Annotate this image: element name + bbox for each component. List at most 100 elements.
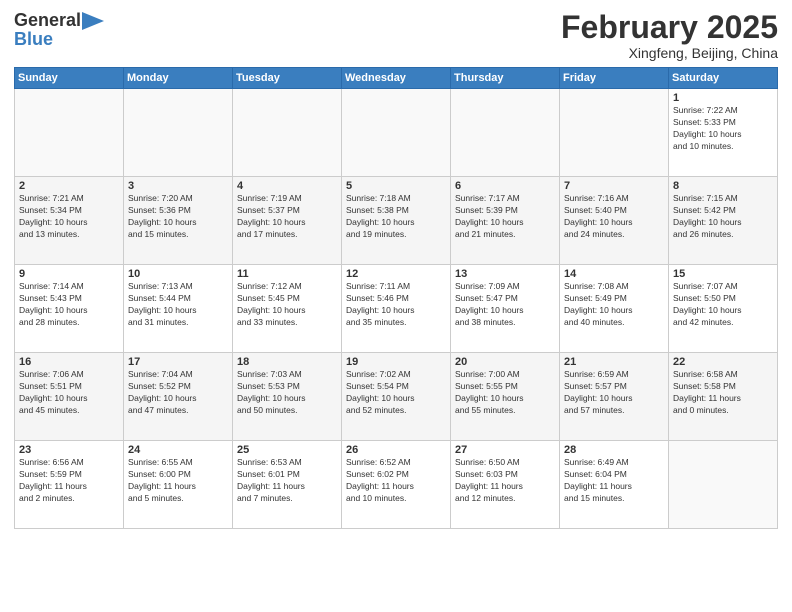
day-info: Sunrise: 7:16 AM Sunset: 5:40 PM Dayligh… bbox=[564, 193, 664, 241]
day-info: Sunrise: 7:02 AM Sunset: 5:54 PM Dayligh… bbox=[346, 369, 446, 417]
calendar-cell: 21Sunrise: 6:59 AM Sunset: 5:57 PM Dayli… bbox=[560, 353, 669, 441]
calendar-cell bbox=[342, 89, 451, 177]
day-info: Sunrise: 7:18 AM Sunset: 5:38 PM Dayligh… bbox=[346, 193, 446, 241]
day-info: Sunrise: 7:15 AM Sunset: 5:42 PM Dayligh… bbox=[673, 193, 773, 241]
calendar-cell: 25Sunrise: 6:53 AM Sunset: 6:01 PM Dayli… bbox=[233, 441, 342, 529]
calendar-cell: 17Sunrise: 7:04 AM Sunset: 5:52 PM Dayli… bbox=[124, 353, 233, 441]
day-number: 16 bbox=[19, 356, 119, 368]
day-number: 10 bbox=[128, 268, 228, 280]
calendar-cell: 18Sunrise: 7:03 AM Sunset: 5:53 PM Dayli… bbox=[233, 353, 342, 441]
calendar-cell bbox=[451, 89, 560, 177]
calendar-cell: 27Sunrise: 6:50 AM Sunset: 6:03 PM Dayli… bbox=[451, 441, 560, 529]
logo: General Blue bbox=[14, 10, 104, 50]
page: General Blue February 2025 Xingfeng, Bei… bbox=[0, 0, 792, 612]
calendar-cell: 20Sunrise: 7:00 AM Sunset: 5:55 PM Dayli… bbox=[451, 353, 560, 441]
day-number: 25 bbox=[237, 444, 337, 456]
day-info: Sunrise: 7:03 AM Sunset: 5:53 PM Dayligh… bbox=[237, 369, 337, 417]
calendar-cell: 23Sunrise: 6:56 AM Sunset: 5:59 PM Dayli… bbox=[15, 441, 124, 529]
day-number: 26 bbox=[346, 444, 446, 456]
logo-blue: Blue bbox=[14, 29, 53, 50]
week-row-5: 23Sunrise: 6:56 AM Sunset: 5:59 PM Dayli… bbox=[15, 441, 778, 529]
day-number: 20 bbox=[455, 356, 555, 368]
calendar-cell: 26Sunrise: 6:52 AM Sunset: 6:02 PM Dayli… bbox=[342, 441, 451, 529]
weekday-header-row: Sunday Monday Tuesday Wednesday Thursday… bbox=[15, 68, 778, 89]
calendar-cell: 12Sunrise: 7:11 AM Sunset: 5:46 PM Dayli… bbox=[342, 265, 451, 353]
day-info: Sunrise: 7:13 AM Sunset: 5:44 PM Dayligh… bbox=[128, 281, 228, 329]
calendar-cell bbox=[233, 89, 342, 177]
day-number: 4 bbox=[237, 180, 337, 192]
day-info: Sunrise: 6:56 AM Sunset: 5:59 PM Dayligh… bbox=[19, 457, 119, 505]
logo-arrow-icon bbox=[82, 12, 104, 30]
day-info: Sunrise: 6:58 AM Sunset: 5:58 PM Dayligh… bbox=[673, 369, 773, 417]
calendar-cell: 28Sunrise: 6:49 AM Sunset: 6:04 PM Dayli… bbox=[560, 441, 669, 529]
day-number: 7 bbox=[564, 180, 664, 192]
day-number: 13 bbox=[455, 268, 555, 280]
header-thursday: Thursday bbox=[451, 68, 560, 89]
calendar-table: Sunday Monday Tuesday Wednesday Thursday… bbox=[14, 67, 778, 529]
day-number: 22 bbox=[673, 356, 773, 368]
week-row-1: 1Sunrise: 7:22 AM Sunset: 5:33 PM Daylig… bbox=[15, 89, 778, 177]
day-info: Sunrise: 6:49 AM Sunset: 6:04 PM Dayligh… bbox=[564, 457, 664, 505]
header-saturday: Saturday bbox=[669, 68, 778, 89]
day-number: 15 bbox=[673, 268, 773, 280]
calendar-cell bbox=[15, 89, 124, 177]
day-info: Sunrise: 6:50 AM Sunset: 6:03 PM Dayligh… bbox=[455, 457, 555, 505]
day-info: Sunrise: 7:04 AM Sunset: 5:52 PM Dayligh… bbox=[128, 369, 228, 417]
day-info: Sunrise: 7:20 AM Sunset: 5:36 PM Dayligh… bbox=[128, 193, 228, 241]
day-info: Sunrise: 7:09 AM Sunset: 5:47 PM Dayligh… bbox=[455, 281, 555, 329]
day-number: 9 bbox=[19, 268, 119, 280]
day-info: Sunrise: 7:21 AM Sunset: 5:34 PM Dayligh… bbox=[19, 193, 119, 241]
calendar-cell: 11Sunrise: 7:12 AM Sunset: 5:45 PM Dayli… bbox=[233, 265, 342, 353]
calendar-cell: 1Sunrise: 7:22 AM Sunset: 5:33 PM Daylig… bbox=[669, 89, 778, 177]
calendar-cell: 5Sunrise: 7:18 AM Sunset: 5:38 PM Daylig… bbox=[342, 177, 451, 265]
header-wednesday: Wednesday bbox=[342, 68, 451, 89]
day-number: 17 bbox=[128, 356, 228, 368]
day-number: 28 bbox=[564, 444, 664, 456]
calendar-cell bbox=[669, 441, 778, 529]
title-block: February 2025 Xingfeng, Beijing, China bbox=[561, 10, 778, 61]
calendar-cell: 3Sunrise: 7:20 AM Sunset: 5:36 PM Daylig… bbox=[124, 177, 233, 265]
day-info: Sunrise: 7:12 AM Sunset: 5:45 PM Dayligh… bbox=[237, 281, 337, 329]
day-info: Sunrise: 7:14 AM Sunset: 5:43 PM Dayligh… bbox=[19, 281, 119, 329]
calendar-cell: 16Sunrise: 7:06 AM Sunset: 5:51 PM Dayli… bbox=[15, 353, 124, 441]
day-info: Sunrise: 6:53 AM Sunset: 6:01 PM Dayligh… bbox=[237, 457, 337, 505]
calendar-cell: 19Sunrise: 7:02 AM Sunset: 5:54 PM Dayli… bbox=[342, 353, 451, 441]
calendar-cell: 4Sunrise: 7:19 AM Sunset: 5:37 PM Daylig… bbox=[233, 177, 342, 265]
day-info: Sunrise: 7:17 AM Sunset: 5:39 PM Dayligh… bbox=[455, 193, 555, 241]
day-info: Sunrise: 7:19 AM Sunset: 5:37 PM Dayligh… bbox=[237, 193, 337, 241]
day-number: 6 bbox=[455, 180, 555, 192]
calendar-cell: 7Sunrise: 7:16 AM Sunset: 5:40 PM Daylig… bbox=[560, 177, 669, 265]
day-number: 21 bbox=[564, 356, 664, 368]
calendar-cell: 2Sunrise: 7:21 AM Sunset: 5:34 PM Daylig… bbox=[15, 177, 124, 265]
day-number: 24 bbox=[128, 444, 228, 456]
calendar-cell: 13Sunrise: 7:09 AM Sunset: 5:47 PM Dayli… bbox=[451, 265, 560, 353]
day-number: 23 bbox=[19, 444, 119, 456]
location: Xingfeng, Beijing, China bbox=[561, 45, 778, 61]
week-row-2: 2Sunrise: 7:21 AM Sunset: 5:34 PM Daylig… bbox=[15, 177, 778, 265]
header-tuesday: Tuesday bbox=[233, 68, 342, 89]
week-row-3: 9Sunrise: 7:14 AM Sunset: 5:43 PM Daylig… bbox=[15, 265, 778, 353]
calendar-cell bbox=[560, 89, 669, 177]
header: General Blue February 2025 Xingfeng, Bei… bbox=[14, 10, 778, 61]
day-number: 12 bbox=[346, 268, 446, 280]
day-info: Sunrise: 6:55 AM Sunset: 6:00 PM Dayligh… bbox=[128, 457, 228, 505]
calendar-cell: 10Sunrise: 7:13 AM Sunset: 5:44 PM Dayli… bbox=[124, 265, 233, 353]
day-number: 1 bbox=[673, 92, 773, 104]
calendar-cell: 24Sunrise: 6:55 AM Sunset: 6:00 PM Dayli… bbox=[124, 441, 233, 529]
calendar-cell: 8Sunrise: 7:15 AM Sunset: 5:42 PM Daylig… bbox=[669, 177, 778, 265]
day-number: 18 bbox=[237, 356, 337, 368]
header-friday: Friday bbox=[560, 68, 669, 89]
week-row-4: 16Sunrise: 7:06 AM Sunset: 5:51 PM Dayli… bbox=[15, 353, 778, 441]
day-info: Sunrise: 7:00 AM Sunset: 5:55 PM Dayligh… bbox=[455, 369, 555, 417]
day-info: Sunrise: 7:11 AM Sunset: 5:46 PM Dayligh… bbox=[346, 281, 446, 329]
day-number: 11 bbox=[237, 268, 337, 280]
calendar-cell: 15Sunrise: 7:07 AM Sunset: 5:50 PM Dayli… bbox=[669, 265, 778, 353]
day-info: Sunrise: 7:22 AM Sunset: 5:33 PM Dayligh… bbox=[673, 105, 773, 153]
calendar-cell: 14Sunrise: 7:08 AM Sunset: 5:49 PM Dayli… bbox=[560, 265, 669, 353]
day-number: 2 bbox=[19, 180, 119, 192]
day-info: Sunrise: 6:52 AM Sunset: 6:02 PM Dayligh… bbox=[346, 457, 446, 505]
day-info: Sunrise: 7:07 AM Sunset: 5:50 PM Dayligh… bbox=[673, 281, 773, 329]
day-info: Sunrise: 6:59 AM Sunset: 5:57 PM Dayligh… bbox=[564, 369, 664, 417]
calendar-cell bbox=[124, 89, 233, 177]
calendar-cell: 22Sunrise: 6:58 AM Sunset: 5:58 PM Dayli… bbox=[669, 353, 778, 441]
